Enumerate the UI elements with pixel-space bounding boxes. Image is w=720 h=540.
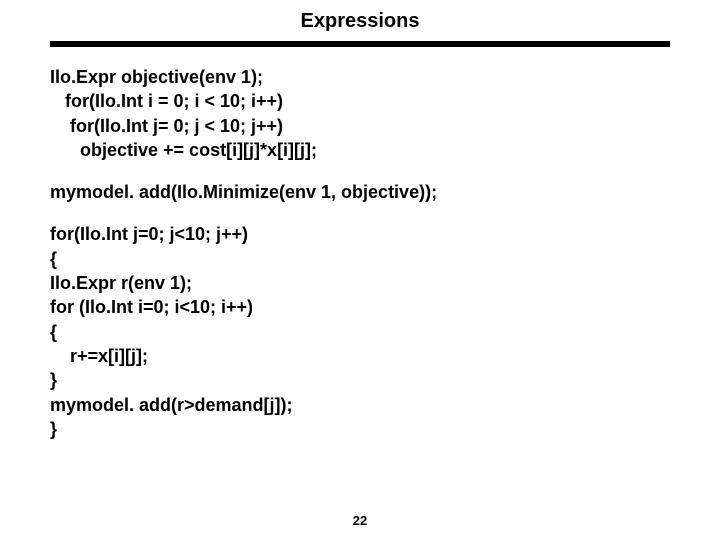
code-line: for (Ilo.Int i=0; i<10; i++) <box>50 295 670 319</box>
code-line: for(Ilo.Int j=0; j<10; j++) <box>50 222 670 246</box>
code-line: r+=x[i][j]; <box>50 344 670 368</box>
slide-title: Expressions <box>50 10 670 33</box>
code-line: } <box>50 417 670 441</box>
title-divider <box>50 41 670 47</box>
code-line: } <box>50 368 670 392</box>
code-line: for(Ilo.Int j= 0; j < 10; j++) <box>50 114 670 138</box>
page-number: 22 <box>0 513 720 528</box>
blank-line <box>50 204 670 222</box>
code-line: { <box>50 320 670 344</box>
code-block: Ilo.Expr objective(env 1); for(Ilo.Int i… <box>50 65 670 441</box>
blank-line <box>50 162 670 180</box>
code-line: { <box>50 247 670 271</box>
slide: Expressions Ilo.Expr objective(env 1); f… <box>0 0 720 540</box>
code-line: Ilo.Expr objective(env 1); <box>50 65 670 89</box>
code-line: Ilo.Expr r(env 1); <box>50 271 670 295</box>
code-line: objective += cost[i][j]*x[i][j]; <box>50 138 670 162</box>
code-line: mymodel. add(Ilo.Minimize(env 1, objecti… <box>50 180 670 204</box>
code-line: mymodel. add(r>demand[j]); <box>50 393 670 417</box>
code-line: for(Ilo.Int i = 0; i < 10; i++) <box>50 89 670 113</box>
